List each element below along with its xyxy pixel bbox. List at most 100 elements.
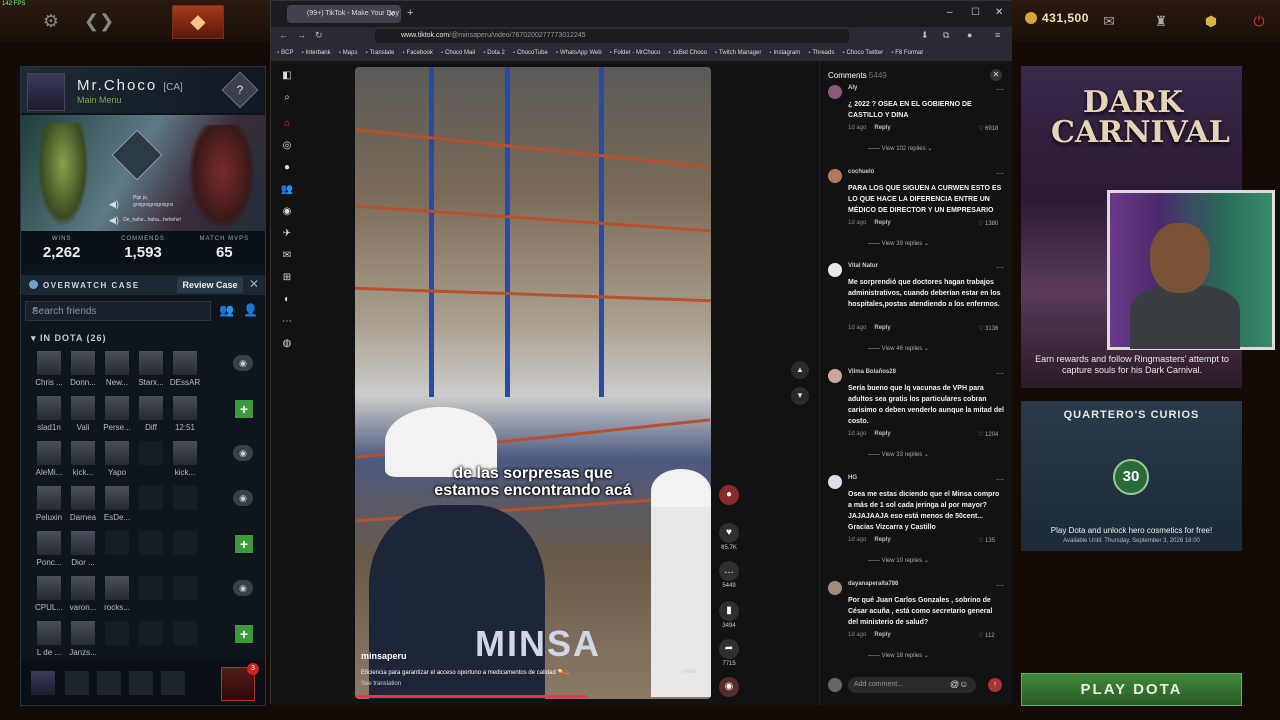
bookmark-item[interactable]: Threads [808,50,834,56]
comment-likes[interactable]: ♡ 135 [978,537,995,544]
creator-avatar[interactable]: ● [717,485,741,505]
invite-plus-icon[interactable]: + [235,535,253,553]
comment-action[interactable]: … 5449 [717,561,741,589]
view-replies-button[interactable]: —— View 102 replies ⌄ [868,145,932,152]
activity-icon[interactable]: ✉ [280,249,294,263]
dota-logo-icon[interactable]: ◆ [172,5,224,39]
comment-likes[interactable]: ♡ 1380 [978,220,998,227]
bookmark-item[interactable]: Instagram [769,50,801,56]
send-icon[interactable]: ↑ [988,678,1002,692]
mention-emoji-icon[interactable]: @☺ [950,679,968,689]
more-options-icon[interactable]: ⋯ [996,85,1004,94]
comment-likes[interactable]: ♡ 1204 [978,431,998,438]
bookmark-item[interactable]: Choco Twitter [842,50,884,56]
add-friend-icon[interactable]: 👥 [219,303,234,317]
profile-icon[interactable]: ◐ [280,293,294,307]
video-player[interactable]: MINSA de las sorpresas que estamos encon… [355,67,711,699]
back-icon[interactable]: ❮❯ [84,10,114,32]
more-link[interactable]: more [683,669,697,675]
see-translation-link[interactable]: See translation [361,681,401,687]
spectate-eye-icon[interactable]: ◉ [233,445,253,461]
effects-icon[interactable]: ◍ [280,337,294,351]
comment-username[interactable]: Aly [848,85,857,91]
view-replies-button[interactable]: —— View 33 replies ⌄ [868,451,929,458]
party-slot[interactable] [97,671,121,695]
in-dota-header[interactable]: ▾ IN DOTA (26) [31,333,107,344]
profile-icon[interactable]: ● [967,30,972,40]
maximize-icon[interactable]: ☐ [971,7,980,18]
video-username[interactable]: minsaperu [361,651,407,661]
reply-button[interactable]: Reply [874,431,890,437]
download-icon[interactable]: ⬇ [921,30,929,41]
comment-avatar[interactable] [828,169,842,183]
previous-video-icon[interactable]: ▲ [791,361,809,379]
reply-button[interactable]: Reply [874,325,890,331]
play-dota-button[interactable]: PLAY DOTA [1021,673,1242,706]
reply-button[interactable]: Reply [874,537,890,543]
spectate-eye-icon[interactable]: ◉ [233,355,253,371]
home-icon[interactable]: ⌂ [280,117,294,131]
following-icon[interactable]: ● [280,161,294,175]
more-options-icon[interactable]: ⋯ [996,369,1004,378]
spectate-eye-icon[interactable]: ◉ [233,580,253,596]
more-icon[interactable]: ⋯ [280,315,294,329]
bookmark-item[interactable]: BCP [277,50,293,56]
comment-likes[interactable]: ♡ 6918 [978,125,998,132]
comment-avatar[interactable] [828,263,842,277]
party-slot[interactable] [129,671,153,695]
comment-username[interactable]: Vital Natur [848,263,878,269]
reply-button[interactable]: Reply [874,125,890,131]
bookmark-item[interactable]: Choco Mail [441,50,475,56]
more-options-icon[interactable]: ⋯ [996,169,1004,178]
close-tab-icon[interactable]: ✕ [387,5,395,23]
collapse-sidebar-icon[interactable]: ◧ [280,69,294,83]
video-progress[interactable] [355,695,587,698]
review-case-button[interactable]: Review Case [177,277,243,293]
extensions-icon[interactable]: ⧉ [943,30,949,41]
music-disc[interactable]: ◉ [717,677,741,697]
view-replies-button[interactable]: —— View 18 replies ⌄ [868,652,929,659]
menu-icon[interactable]: ≡ [995,30,1000,40]
rank-medal-icon[interactable]: ? [221,71,259,109]
minimize-icon[interactable]: – [947,7,953,18]
view-replies-button[interactable]: —— View 39 replies ⌄ [868,240,929,247]
party-slot-self[interactable] [31,671,55,695]
close-comments-icon[interactable]: ✕ [990,69,1002,81]
reply-button[interactable]: Reply [874,632,890,638]
comment-username[interactable]: cochuelo [848,169,874,175]
bookmark-item[interactable]: Folder - MrChoco [610,50,661,56]
bookmark-action[interactable]: ▮ 3494 [717,601,741,629]
bookmark-item[interactable]: Maps [339,50,358,56]
address-bar[interactable]: www.tiktok.com/@minsaperu/video/76702002… [375,29,849,43]
volume-icon[interactable]: ◀) [109,199,119,210]
comment-avatar[interactable] [828,369,842,383]
quarteros-curios-banner[interactable]: QUARTERO'S CURIOS 30 Play Dota and unloc… [1021,401,1242,551]
bookmark-item[interactable]: Facebook [402,50,433,56]
comment-username[interactable]: dayanaperalta786 [848,581,898,587]
forward-arrow-icon[interactable]: → [297,30,306,40]
close-icon[interactable]: ✕ [249,277,259,291]
power-icon[interactable]: ⏻ [1248,10,1270,32]
invite-plus-icon[interactable]: + [235,400,253,418]
mail-icon[interactable]: ✉ [1098,10,1120,32]
reload-icon[interactable]: ↻ [315,30,323,41]
friend-settings-icon[interactable]: 👤 [243,303,258,317]
more-options-icon[interactable]: ⋯ [996,581,1004,590]
volume-icon-2[interactable]: ◀) [109,215,119,226]
bookmark-item[interactable]: Translate [365,50,395,56]
bookmark-item[interactable]: WhatsApp Web [556,50,602,56]
profile-header[interactable]: Mr.Choco [CA] Main Menu ? [21,67,265,113]
like-action[interactable]: ♥ 85.7K [717,523,741,551]
gold-counter[interactable]: 431,500 [1025,11,1089,25]
settings-gear-icon[interactable]: ⚙ [40,10,62,32]
bookmark-item[interactable]: F8 Format [891,50,923,56]
new-tab-icon[interactable]: + [407,7,413,19]
view-replies-button[interactable]: —— View 46 replies ⌄ [868,345,929,352]
comment-avatar[interactable] [828,85,842,99]
friend-item[interactable]: DEssAR [165,349,205,387]
live-icon[interactable]: ◉ [280,205,294,219]
search-icon[interactable]: ⌕ [280,91,294,105]
messages-icon[interactable]: ✈ [280,227,294,241]
party-slot[interactable] [161,671,185,695]
more-options-icon[interactable]: ⋯ [996,475,1004,484]
